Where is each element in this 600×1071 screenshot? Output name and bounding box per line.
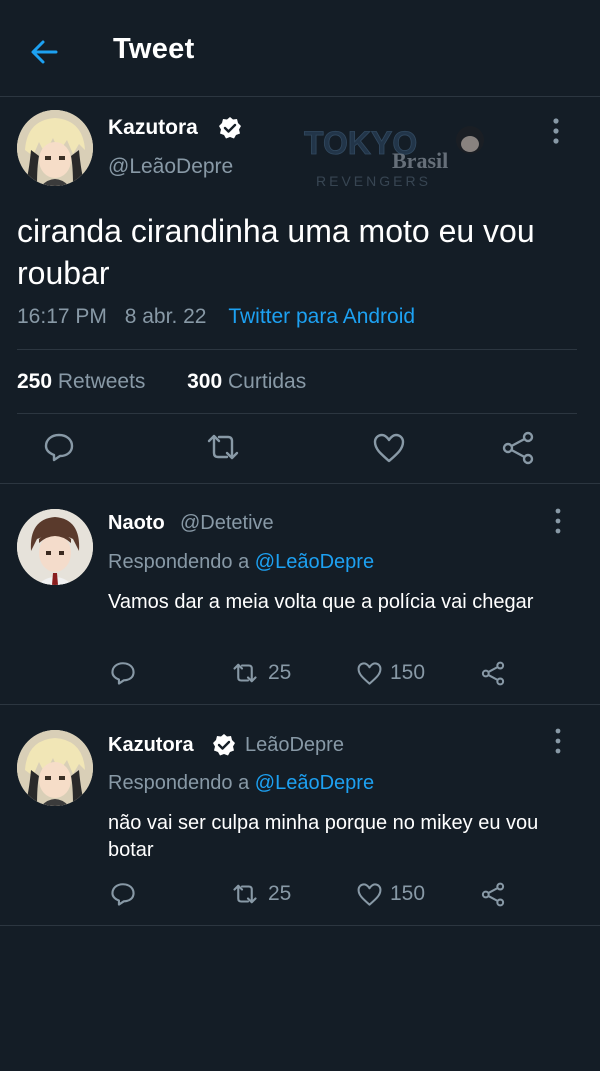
retweet-icon[interactable] [230, 661, 260, 685]
divider [0, 483, 600, 484]
svg-text:REVENGERS: REVENGERS [316, 173, 431, 189]
divider [0, 925, 600, 926]
retweet-icon[interactable] [230, 882, 260, 906]
tokyo-revengers-watermark: TOKYO Brasil REVENGERS [304, 125, 484, 189]
tweet-date: 8 abr. 22 [124, 305, 207, 328]
verified-badge-icon [219, 117, 241, 139]
tweet-meta: 16:17 PM 8 abr. 22 Twitter para Android [17, 305, 415, 329]
author-name[interactable]: Kazutora [108, 734, 194, 757]
reply-icon[interactable] [110, 660, 136, 686]
avatar[interactable] [17, 509, 93, 585]
avatar[interactable] [17, 110, 93, 186]
page-title: Tweet [113, 33, 195, 65]
arrow-left-icon[interactable] [28, 36, 60, 68]
like-icon[interactable] [356, 882, 383, 907]
svg-text:Brasil: Brasil [392, 148, 448, 173]
likes-stat[interactable]: 300 Curtidas [187, 370, 306, 393]
tweet-source-link[interactable]: Twitter para Android [228, 305, 415, 328]
tweet-stats: 250 Retweets 300 Curtidas [17, 370, 306, 394]
avatar-image [17, 110, 93, 186]
replying-to: Respondendo a @LeãoDepre [108, 772, 375, 794]
avatar[interactable] [17, 730, 93, 806]
like-count: 150 [390, 882, 426, 905]
author-handle[interactable]: LeãoDepre [245, 734, 344, 757]
divider [17, 413, 577, 414]
mention-link[interactable]: @LeãoDepre [255, 772, 374, 794]
author-handle[interactable]: @Detetive [180, 512, 274, 535]
retweet-count: 25 [268, 882, 292, 905]
avatar-image [17, 509, 93, 585]
more-options-icon[interactable] [553, 118, 559, 144]
share-icon[interactable] [500, 431, 536, 465]
reply-text: não vai ser culpa minha porque no mikey … [108, 812, 539, 861]
mention-link[interactable]: @LeãoDepre [255, 551, 374, 573]
retweet-count: 25 [268, 661, 292, 684]
retweet-icon[interactable] [203, 431, 243, 463]
divider [17, 349, 577, 350]
author-name[interactable]: Kazutora [108, 116, 198, 140]
divider [0, 704, 600, 705]
like-icon[interactable] [356, 661, 383, 686]
share-icon[interactable] [480, 882, 506, 907]
reply-icon[interactable] [110, 881, 136, 907]
more-options-icon[interactable] [555, 508, 561, 534]
like-icon[interactable] [372, 432, 406, 464]
share-icon[interactable] [480, 661, 506, 686]
verified-badge-icon [213, 734, 235, 756]
replying-to: Respondendo a @LeãoDepre [108, 551, 375, 573]
more-options-icon[interactable] [555, 728, 561, 754]
author-handle[interactable]: @LeãoDepre [108, 155, 233, 179]
like-count: 150 [390, 661, 426, 684]
tweet-text: ciranda cirandinha uma moto eu vou rouba… [17, 213, 535, 291]
author-name[interactable]: Naoto [108, 512, 165, 535]
top-bar: Tweet [0, 0, 600, 97]
reply-text: Vamos dar a meia volta que a polícia vai… [108, 591, 534, 613]
avatar-image [17, 730, 93, 806]
reply-icon[interactable] [43, 431, 75, 463]
tweet-time: 16:17 PM [17, 305, 107, 328]
retweets-stat[interactable]: 250 Retweets [17, 370, 145, 393]
